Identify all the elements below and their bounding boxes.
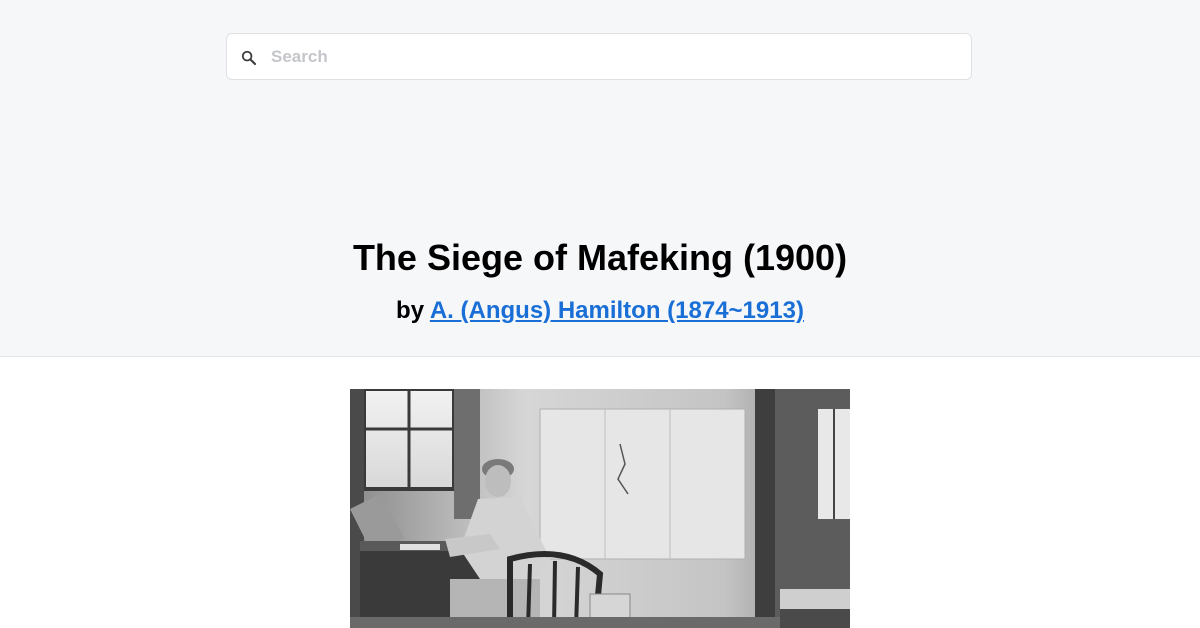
- header-section: The Siege of Mafeking (1900) by A. (Angu…: [0, 0, 1200, 357]
- book-title: The Siege of Mafeking (1900): [352, 237, 848, 278]
- by-label: by: [396, 297, 425, 324]
- search-icon: [241, 50, 257, 66]
- cover-photo: [350, 389, 850, 628]
- author-link[interactable]: A. (Angus) Hamilton (1874~1913): [430, 297, 804, 324]
- search-input[interactable]: [271, 34, 951, 79]
- byline: by A. (Angus) Hamilton (1874~1913): [0, 296, 1200, 326]
- search-box[interactable]: [226, 33, 972, 80]
